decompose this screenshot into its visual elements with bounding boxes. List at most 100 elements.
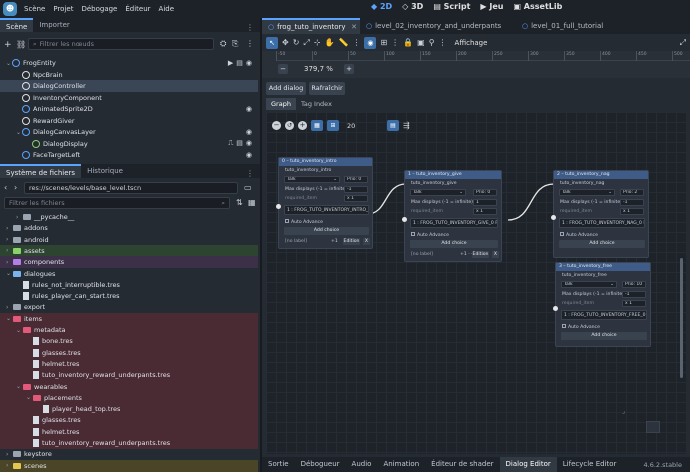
scale-mode-icon[interactable]: ⤢ bbox=[303, 38, 309, 48]
folder-item[interactable]: › export bbox=[0, 301, 258, 313]
eye-icon[interactable]: ◉ bbox=[246, 139, 252, 148]
menu-help[interactable]: Aide bbox=[155, 5, 178, 13]
bottom-tab[interactable]: Animation bbox=[377, 457, 425, 472]
folder-item[interactable]: › scenes bbox=[0, 459, 258, 472]
file-item[interactable]: tuto_inventory_reward_underpants.tres bbox=[0, 369, 258, 382]
folder-item[interactable]: ⌄ metadata bbox=[0, 324, 258, 336]
speaker-dropdown[interactable]: Talk ⌄ bbox=[559, 189, 615, 196]
resize-handle-icon[interactable]: ⌟ bbox=[622, 408, 625, 415]
split-mode-icon[interactable]: ▭ bbox=[244, 183, 252, 192]
dialog-node[interactable]: 1 – tuto_inventory_give tuto_inventory_gi… bbox=[402, 170, 502, 262]
file-item[interactable]: helmet.tres bbox=[0, 357, 258, 370]
menu-project[interactable]: Projet bbox=[49, 5, 77, 13]
bottom-tab[interactable]: Dialog Editor bbox=[499, 457, 557, 472]
expand-icon[interactable]: ⤢ bbox=[680, 38, 686, 48]
folder-item[interactable]: ⌄ placements bbox=[0, 391, 258, 404]
snap-options-icon[interactable]: ⋮ bbox=[391, 38, 399, 47]
folder-item[interactable]: ⌄ items bbox=[0, 312, 258, 325]
path-field[interactable]: res://scenes/levels/base_level.tscn bbox=[24, 182, 238, 194]
more-options-icon[interactable]: ⋮ bbox=[246, 39, 254, 48]
file-options-icon[interactable]: ▦ bbox=[248, 198, 256, 207]
tab-filesystem[interactable]: Système de fichiers bbox=[0, 164, 82, 178]
priority-field[interactable]: Prio: 0 bbox=[473, 189, 497, 196]
nav-forward-icon[interactable]: › bbox=[14, 183, 17, 192]
file-filter-input[interactable]: Filtrer les fichiers ⌕ bbox=[4, 197, 230, 209]
zoom-in-button[interactable]: + bbox=[344, 64, 354, 74]
close-icon[interactable]: ✕ bbox=[351, 23, 357, 31]
max-displays-field[interactable]: -1 bbox=[620, 199, 644, 206]
folder-item[interactable]: › keystore bbox=[0, 448, 258, 460]
priority-field[interactable]: Prio: 0 bbox=[344, 176, 368, 183]
bottom-tab[interactable]: Sortie bbox=[262, 457, 295, 472]
tab-graph[interactable]: Graph bbox=[266, 98, 296, 110]
bottom-tab[interactable]: Lifecycle Editor bbox=[557, 457, 623, 472]
node-title[interactable]: 0 – tuto_inventory_intro bbox=[279, 158, 372, 166]
scene-node[interactable]: DialogController bbox=[0, 80, 258, 92]
folder-item[interactable]: ⌄ wearables bbox=[0, 380, 258, 393]
folder-item[interactable]: › components bbox=[0, 256, 258, 269]
menu-debug[interactable]: Débogage bbox=[77, 5, 121, 13]
chevron-icon[interactable]: ⌄ bbox=[16, 327, 23, 334]
folder-item[interactable]: › addons bbox=[0, 222, 258, 234]
dialog-line-field[interactable]: 1 : FROG_TUTO_INVENTORY_GIVE_0 F... bbox=[410, 218, 498, 228]
delete-button[interactable]: X bbox=[492, 251, 499, 258]
ruler-tool-icon[interactable]: 📏 bbox=[338, 38, 348, 47]
dock-menu-icon[interactable]: ⋮ bbox=[246, 169, 254, 178]
script-icon[interactable]: ▤ bbox=[236, 59, 243, 67]
workspace-game-button[interactable]: ▶ Jeu bbox=[475, 2, 508, 11]
required-count-field[interactable]: x 1 bbox=[622, 300, 646, 307]
speaker-dropdown[interactable]: Talk ⌄ bbox=[284, 176, 340, 183]
link-icon[interactable]: ⛓ bbox=[16, 40, 26, 49]
tab-history[interactable]: Historique bbox=[81, 164, 129, 178]
scene-node[interactable]: AnimatedSprite2D ◉ bbox=[0, 103, 258, 115]
scene-node[interactable]: ⌄ DialogCanvasLayer ◉ bbox=[0, 126, 258, 138]
bottom-tab[interactable]: Éditeur de shader bbox=[425, 457, 499, 472]
dialog-line-field[interactable]: 1 : FROG_TUTO_INVENTORY_INTRO_0 bbox=[284, 205, 369, 215]
skeleton-icon[interactable]: ⚲ bbox=[429, 38, 435, 47]
dialog-line-field[interactable]: 1 : FROG_TUTO_INVENTORY_FREE_0 F... bbox=[561, 310, 647, 320]
node-title[interactable]: 1 – tuto_inventory_give bbox=[405, 171, 501, 179]
attach-script-icon[interactable]: ⎘ bbox=[232, 39, 238, 49]
lock-node-icon[interactable]: 🔒 bbox=[403, 38, 413, 47]
chevron-icon[interactable]: › bbox=[6, 247, 13, 254]
tab-import[interactable]: Importer bbox=[33, 18, 75, 32]
add-choice-button[interactable]: Add choice bbox=[559, 240, 645, 248]
max-displays-field[interactable]: -1 bbox=[344, 186, 368, 193]
delete-button[interactable]: X bbox=[363, 238, 370, 245]
auto-advance-checkbox[interactable]: Auto Advance bbox=[560, 232, 598, 238]
script-icon[interactable]: ▤ bbox=[236, 139, 243, 148]
tab-scene[interactable]: Scène bbox=[0, 18, 34, 32]
edit-button[interactable]: Edition bbox=[343, 238, 360, 245]
zoom-level[interactable]: 379,7 % bbox=[304, 65, 333, 73]
scene-tab-level-01[interactable]: ○ level_01_full_tutorial bbox=[516, 18, 690, 34]
required-count-field[interactable]: x 1 bbox=[473, 208, 497, 215]
workspace-assetlib-button[interactable]: ▣ AssetLib bbox=[508, 2, 567, 11]
priority-field[interactable]: Prio: 10 bbox=[622, 281, 646, 288]
speaker-dropdown[interactable]: Talk ⌄ bbox=[410, 189, 466, 196]
speaker-dropdown[interactable]: Talk ⌄ bbox=[561, 281, 617, 288]
workspace-script-button[interactable]: ▤ Script bbox=[428, 2, 475, 11]
menu-scene[interactable]: Scène bbox=[20, 5, 49, 13]
priority-field[interactable]: Prio: 2 bbox=[620, 189, 644, 196]
dialog-node[interactable]: 0 – tuto_inventory_intro tuto_inventory_i… bbox=[276, 157, 373, 249]
auto-advance-checkbox[interactable]: Auto Advance bbox=[285, 219, 323, 225]
chevron-icon[interactable]: › bbox=[6, 304, 13, 311]
input-port-icon[interactable] bbox=[551, 215, 556, 220]
eye-icon[interactable]: ◉ bbox=[246, 151, 252, 159]
input-port-icon[interactable] bbox=[402, 217, 407, 222]
chevron-icon[interactable]: › bbox=[6, 259, 13, 266]
file-item[interactable]: glasses.tres bbox=[0, 346, 258, 359]
eye-icon[interactable]: ◉ bbox=[246, 59, 252, 67]
scene-tab-level-02[interactable]: ○ level_02_inventory_and_underpants bbox=[360, 18, 516, 34]
zoom-out-button[interactable]: − bbox=[278, 64, 288, 74]
chevron-icon[interactable]: › bbox=[6, 451, 13, 458]
node-filter-input[interactable]: ⌕ Filtrer les nœuds bbox=[28, 38, 214, 50]
chevron-icon[interactable]: ⌄ bbox=[16, 383, 23, 390]
nav-back-icon[interactable]: ‹ bbox=[4, 183, 7, 192]
group-icon[interactable]: ▣ bbox=[417, 38, 425, 47]
input-port-icon[interactable] bbox=[276, 204, 281, 209]
chevron-icon[interactable]: › bbox=[6, 225, 13, 232]
file-item[interactable]: rules_not_interruptible.tres bbox=[0, 279, 258, 291]
pivot-icon[interactable]: ⊹ bbox=[314, 38, 321, 47]
dialog-line-field[interactable]: 1 : FROG_TUTO_INVENTORY_NAG_0 FR... bbox=[559, 218, 645, 228]
